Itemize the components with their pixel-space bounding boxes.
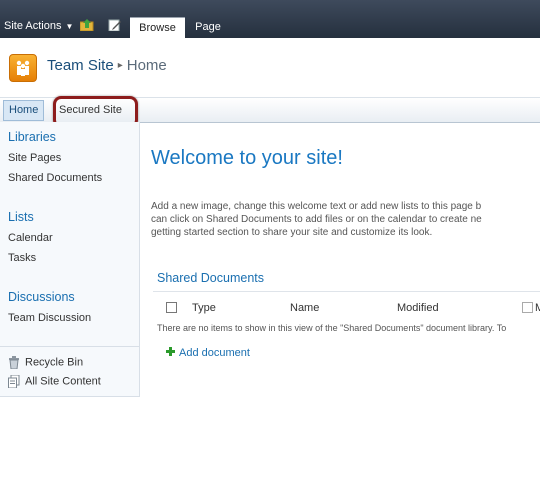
quick-launch-divider: [0, 346, 139, 347]
quick-launch: Libraries Site Pages Shared Documents Li…: [0, 122, 140, 397]
ql-heading-discussions[interactable]: Discussions: [8, 290, 75, 304]
welcome-text: Add a new image, change this welcome tex…: [151, 201, 482, 238]
ribbon-bar: Site Actions ▼ Browse Page: [0, 0, 540, 39]
library-divider: [153, 291, 540, 292]
empty-library-message: There are no items to show in this view …: [157, 323, 507, 333]
all-site-content-label: All Site Content: [25, 375, 101, 388]
column-header-modified-by[interactable]: M: [535, 302, 540, 314]
recycle-bin-link[interactable]: Recycle Bin: [8, 356, 83, 369]
site-actions-label: Site Actions: [4, 20, 62, 32]
library-title-shared-documents[interactable]: Shared Documents: [157, 271, 264, 285]
ql-item-calendar[interactable]: Calendar: [8, 232, 53, 244]
add-document-label: Add document: [179, 347, 250, 359]
site-actions-menu[interactable]: Site Actions ▼: [4, 20, 73, 32]
breadcrumb-separator-icon: ▸: [117, 60, 123, 71]
recycle-bin-icon: [9, 356, 19, 369]
welcome-heading: Welcome to your site!: [151, 147, 343, 169]
navigate-up-icon[interactable]: [80, 19, 94, 31]
page-title: Home: [126, 57, 167, 74]
ql-item-team-discussion[interactable]: Team Discussion: [8, 312, 91, 324]
chevron-down-icon: ▼: [65, 22, 74, 31]
recycle-bin-label: Recycle Bin: [25, 356, 84, 369]
all-site-content-icon: [8, 375, 20, 388]
add-plus-icon: [166, 347, 175, 356]
column-header-name[interactable]: Name: [290, 302, 319, 314]
select-all-checkbox[interactable]: [166, 302, 177, 313]
column-checkbox[interactable]: [522, 302, 533, 313]
column-header-type[interactable]: Type: [192, 302, 216, 314]
topnav-item-home[interactable]: Home: [3, 100, 45, 121]
ql-item-site-pages[interactable]: Site Pages: [8, 152, 61, 164]
ql-item-shared-documents[interactable]: Shared Documents: [8, 172, 102, 184]
ql-item-tasks[interactable]: Tasks: [8, 252, 36, 264]
breadcrumb: Team Site ▸ Home: [47, 57, 167, 74]
column-header-modified[interactable]: Modified: [397, 302, 439, 314]
ql-heading-lists[interactable]: Lists: [8, 210, 34, 224]
tab-page[interactable]: Page: [190, 17, 226, 38]
site-logo-icon[interactable]: [9, 54, 37, 82]
tab-browse[interactable]: Browse: [130, 17, 185, 39]
add-document-link[interactable]: Add document: [166, 347, 250, 359]
site-title-link[interactable]: Team Site: [47, 57, 114, 74]
ql-heading-libraries[interactable]: Libraries: [8, 130, 56, 144]
edit-page-icon[interactable]: [108, 19, 122, 31]
all-site-content-link[interactable]: All Site Content: [8, 375, 101, 388]
